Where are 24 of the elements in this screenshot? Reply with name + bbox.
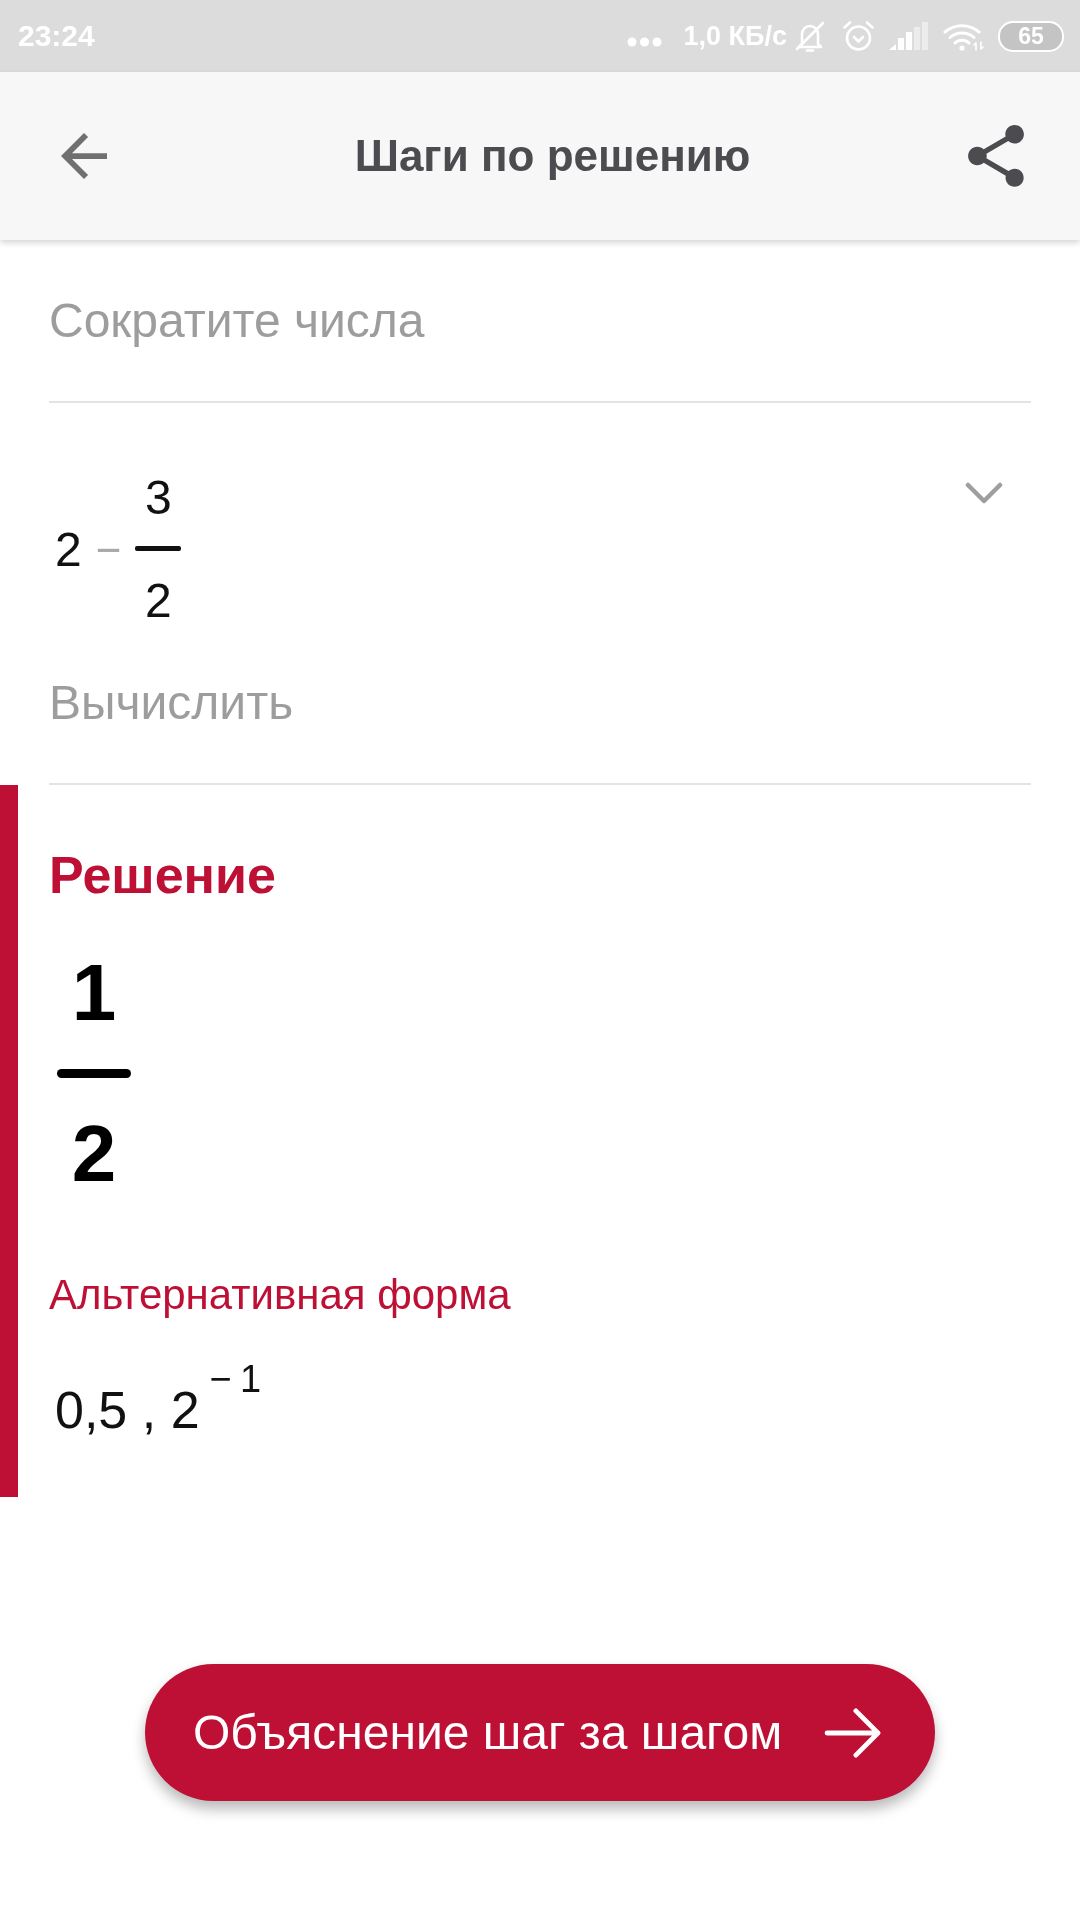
alternative-form-title: Альтернативная форма xyxy=(49,1270,511,1321)
number: 2 xyxy=(55,525,82,574)
back-arrow-icon[interactable] xyxy=(61,133,107,179)
fraction-numerator: 3 xyxy=(145,474,172,522)
share-icon[interactable] xyxy=(968,125,1024,187)
alarm-clock-icon xyxy=(842,20,875,52)
signal-icon xyxy=(889,22,929,50)
arrow-right-icon xyxy=(824,1707,882,1758)
solution-title: Решение xyxy=(49,845,276,906)
alternative-forms: 0,5 , 2$^{−1}$ xyxy=(55,1356,270,1441)
step-caption: Сократите числа xyxy=(49,294,425,347)
app-bar-title: Шаги по решению xyxy=(354,130,751,180)
more-dots-icon xyxy=(626,37,662,47)
chevron-icon[interactable] xyxy=(965,482,1003,505)
fraction-bar xyxy=(135,546,182,551)
bell-off-icon xyxy=(795,20,825,52)
step-by-step-button[interactable]: Объяснение шаг за шагом xyxy=(145,1664,935,1801)
result-numerator: 1 xyxy=(71,953,117,1034)
minus-sign: − xyxy=(95,527,122,572)
wifi-icon xyxy=(943,21,984,51)
battery-indicator: 65 xyxy=(998,20,1064,52)
fraction-denominator: 2 xyxy=(145,577,172,625)
step-caption: Вычислить xyxy=(49,676,294,729)
result-denominator: 2 xyxy=(71,1114,117,1195)
